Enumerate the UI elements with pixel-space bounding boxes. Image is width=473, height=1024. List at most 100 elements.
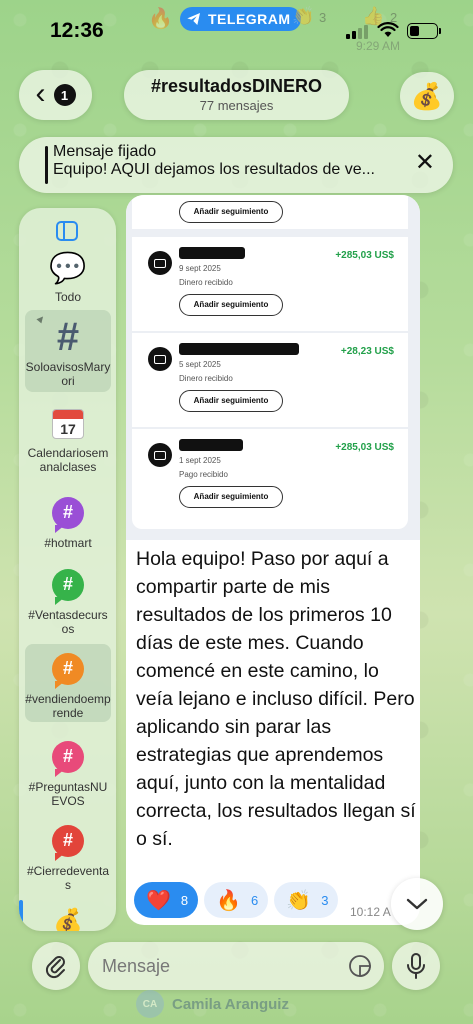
sidebar-toggle-icon[interactable] [56, 221, 78, 241]
wallet-icon [148, 251, 172, 275]
message-time: 10:12 A [350, 905, 391, 919]
sidebar-item-preguntas[interactable]: # #PreguntasNUEVOS [25, 738, 111, 809]
faded-count: 3 [319, 10, 327, 25]
reactions-row: ❤️ 8 🔥 6 👏 3 [134, 882, 339, 918]
pinned-label: Mensaje fijado [53, 143, 157, 160]
sidebar-item-hotmart[interactable]: # #hotmart [25, 494, 111, 550]
transaction-kind: Dinero recibido [179, 278, 233, 287]
money-bag-icon[interactable]: 💰 [25, 908, 111, 931]
close-icon[interactable]: ✕ [415, 151, 435, 175]
attached-screenshot[interactable]: Añadir seguimiento +285,03 US$ 9 sept 20… [126, 195, 420, 540]
hash-icon: # [52, 741, 84, 773]
sidebar-item-label: #PreguntasNUEVOS [28, 780, 108, 809]
pinned-text: Equipo! AQUI dejamos los resultados de v… [53, 161, 375, 178]
telegram-icon [187, 13, 200, 25]
wifi-icon [377, 22, 399, 37]
chat-title: #resultadosDINERO [150, 76, 323, 96]
hash-icon: # [52, 497, 84, 529]
sidebar-item-label: SoloavisosMaryori [25, 360, 111, 389]
sidebar-item-label: Todo [54, 290, 82, 304]
heart-icon: ❤️ [146, 889, 171, 912]
sidebar-item-vendiendo[interactable]: # #vendiendoemprende [25, 644, 111, 722]
back-button[interactable]: ‹ 1 [19, 70, 92, 120]
wallet-icon [148, 443, 172, 467]
transaction-card: Añadir seguimiento [132, 195, 408, 229]
message-input[interactable]: Mensaje [88, 942, 384, 990]
follow-button: Añadir seguimiento [179, 201, 283, 223]
transaction-card: +285,03 US$ 9 sept 2025 Dinero recibido … [132, 237, 408, 331]
transaction-amount: +285,03 US$ [335, 442, 394, 453]
redacted-name [179, 247, 245, 259]
clap-icon: 👏 [286, 889, 312, 912]
faded-time: 9:29 AM [356, 39, 401, 53]
reaction-count: 6 [251, 892, 259, 908]
follow-button: Añadir seguimiento [179, 390, 283, 412]
chat-subtitle: 77 mensajes [199, 98, 274, 113]
sidebar-item-label: Calendariosemanalclases [27, 446, 109, 475]
money-bag-icon: 💰 [410, 80, 444, 111]
scroll-indicator [19, 900, 23, 930]
reaction-clap[interactable]: 👏 3 [274, 882, 339, 918]
reaction-fire[interactable]: 🔥 6 [204, 882, 269, 918]
calendar-icon: 17 [25, 406, 111, 442]
message-placeholder: Mensaje [102, 956, 171, 976]
sidebar-item-label: #hotmart [44, 536, 92, 550]
faded-clap-icon: 👏 [292, 6, 315, 26]
sidebar-item-soloavisos[interactable]: ▲ # SoloavisosMaryori [25, 310, 111, 392]
follow-button: Añadir seguimiento [179, 294, 283, 316]
message-text: Hola equipo! Paso por aquí a compartir p… [136, 548, 416, 850]
transaction-amount: +285,03 US$ [335, 250, 394, 261]
topics-sidebar: 💬 Todo ▲ # SoloavisosMaryori 17 Calendar… [19, 208, 116, 931]
attach-button[interactable] [32, 942, 80, 990]
sidebar-item-cierre[interactable]: # #Cierredeventas [25, 822, 111, 893]
telegram-label: TELEGRAM [208, 11, 291, 27]
message-bubble[interactable]: Añadir seguimiento +285,03 US$ 9 sept 20… [126, 195, 420, 925]
wallet-icon [148, 347, 172, 371]
sidebar-item-todo[interactable]: 💬 Todo [25, 252, 111, 304]
calendar-day: 17 [60, 421, 76, 437]
reaction-count: 3 [321, 892, 329, 908]
telegram-banner[interactable]: TELEGRAM [180, 7, 301, 31]
scroll-down-button[interactable] [391, 878, 443, 930]
fire-icon: 🔥 [216, 889, 242, 912]
author-name: Camila Aranguiz [172, 995, 289, 1013]
redacted-name [179, 343, 299, 355]
chat-avatar[interactable]: 💰 [400, 72, 454, 120]
chevron-left-icon: ‹ [35, 76, 46, 110]
sidebar-item-label: #Ventasdecursos [28, 608, 108, 637]
sidebar-item-label: #vendiendoemprende [25, 692, 111, 721]
reaction-count: 8 [180, 892, 189, 908]
chat-title-pill[interactable]: #resultadosDINERO 77 mensajes [124, 70, 349, 120]
microphone-button[interactable] [392, 942, 440, 990]
transaction-kind: Dinero recibido [179, 374, 233, 383]
redacted-name [179, 439, 243, 451]
transaction-date: 1 sept 2025 [179, 456, 221, 465]
faded-fire-icon: 🔥 [148, 8, 173, 30]
unread-badge: 1 [53, 84, 76, 106]
transaction-date: 9 sept 2025 [179, 264, 221, 273]
follow-button: Añadir seguimiento [179, 486, 283, 508]
battery-icon [407, 23, 441, 39]
microphone-icon [407, 953, 425, 979]
transaction-card: +28,23 US$ 5 sept 2025 Dinero recibido A… [132, 333, 408, 427]
chat-bubbles-icon: 💬 [49, 252, 87, 285]
sidebar-item-label: #Cierredeventas [26, 864, 110, 893]
transaction-amount: +28,23 US$ [340, 346, 394, 357]
chevron-down-icon [406, 898, 428, 910]
hash-icon: # [52, 825, 84, 857]
transaction-card: +285,03 US$ 1 sept 2025 Pago recibido Añ… [132, 429, 408, 529]
signal-icon [346, 25, 368, 39]
hash-icon: # [52, 653, 84, 685]
next-message-author: CA Camila Aranguiz [136, 990, 289, 1018]
sidebar-item-calendario[interactable]: 17 Calendariosemanalclases [25, 406, 111, 475]
status-bar: 12:36 🔥 TELEGRAM 👏 3 👍 2 9:29 AM [0, 0, 473, 58]
transaction-date: 5 sept 2025 [179, 360, 221, 369]
sidebar-item-ventas[interactable]: # #Ventasdecursos [25, 566, 111, 637]
transaction-kind: Pago recibido [179, 470, 228, 479]
pinned-message-bar[interactable]: Mensaje fijado Equipo! AQUI dejamos los … [19, 137, 453, 193]
sticker-icon[interactable] [348, 954, 372, 978]
status-time: 12:36 [50, 19, 104, 42]
reaction-heart[interactable]: ❤️ 8 [134, 882, 199, 918]
paperclip-icon [45, 956, 65, 979]
hash-icon: # [52, 569, 84, 601]
